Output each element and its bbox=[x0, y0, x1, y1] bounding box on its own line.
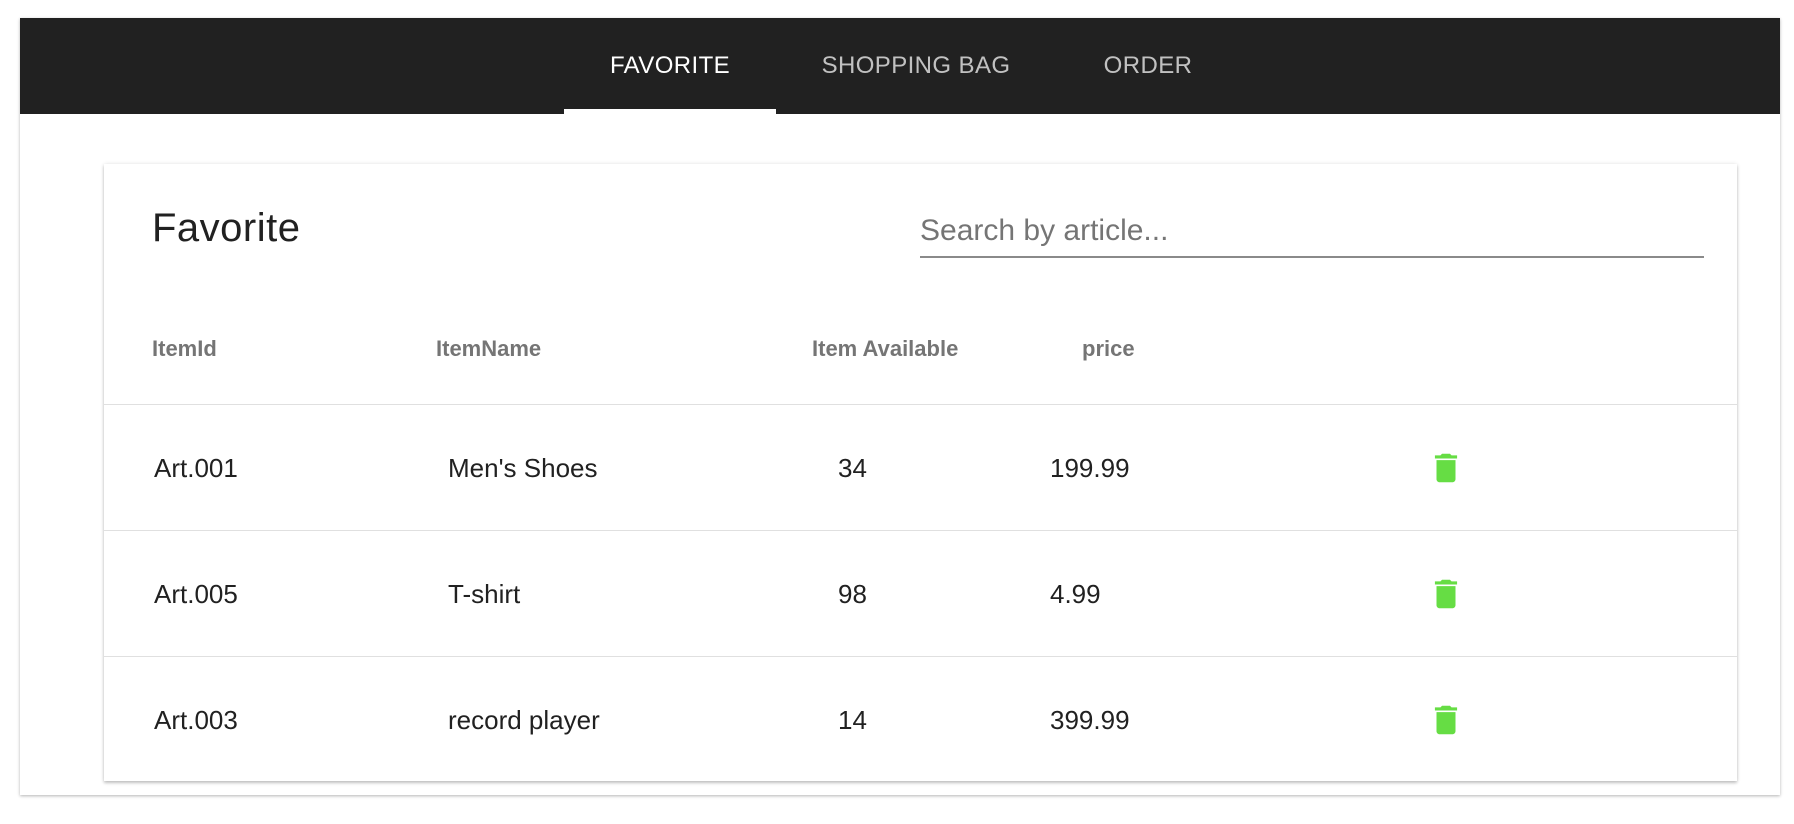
cell-itemid: Art.005 bbox=[154, 578, 238, 609]
trash-icon[interactable] bbox=[1427, 700, 1465, 740]
tab-favorite[interactable]: FAVORITE bbox=[564, 18, 776, 114]
trash-icon[interactable] bbox=[1427, 574, 1465, 614]
table-row: Art.005 T-shirt 98 4.99 bbox=[104, 530, 1737, 657]
tab-order[interactable]: ORDER bbox=[1080, 18, 1216, 114]
column-header-price[interactable]: price bbox=[1082, 336, 1135, 362]
table-row: Art.003 record player 14 399.99 bbox=[104, 656, 1737, 783]
column-header-itemname[interactable]: ItemName bbox=[436, 336, 541, 362]
column-header-itemid[interactable]: ItemId bbox=[152, 336, 217, 362]
active-tab-indicator bbox=[564, 109, 776, 114]
search-input[interactable] bbox=[920, 206, 1704, 258]
cell-item-available: 98 bbox=[838, 578, 867, 609]
column-header-item-available[interactable]: Item Available bbox=[812, 336, 958, 362]
top-navigation-bar: FAVORITE SHOPPING BAG ORDER bbox=[20, 18, 1780, 114]
cell-price: 399.99 bbox=[1050, 704, 1130, 735]
app-frame: FAVORITE SHOPPING BAG ORDER Favorite Ite… bbox=[20, 18, 1780, 795]
card-title: Favorite bbox=[152, 206, 301, 250]
cell-item-available: 34 bbox=[838, 452, 867, 483]
cell-itemname: Men's Shoes bbox=[448, 452, 598, 483]
cell-price: 4.99 bbox=[1050, 578, 1101, 609]
favorite-card: Favorite ItemId ItemName Item Available … bbox=[104, 164, 1737, 781]
tab-shopping-bag[interactable]: SHOPPING BAG bbox=[796, 18, 1036, 114]
cell-itemid: Art.001 bbox=[154, 452, 238, 483]
cell-price: 199.99 bbox=[1050, 452, 1130, 483]
table-row: Art.001 Men's Shoes 34 199.99 bbox=[104, 404, 1737, 531]
cell-item-available: 14 bbox=[838, 704, 867, 735]
trash-icon[interactable] bbox=[1427, 448, 1465, 488]
cell-itemname: T-shirt bbox=[448, 578, 521, 609]
cell-itemid: Art.003 bbox=[154, 704, 238, 735]
cell-itemname: record player bbox=[448, 704, 600, 735]
